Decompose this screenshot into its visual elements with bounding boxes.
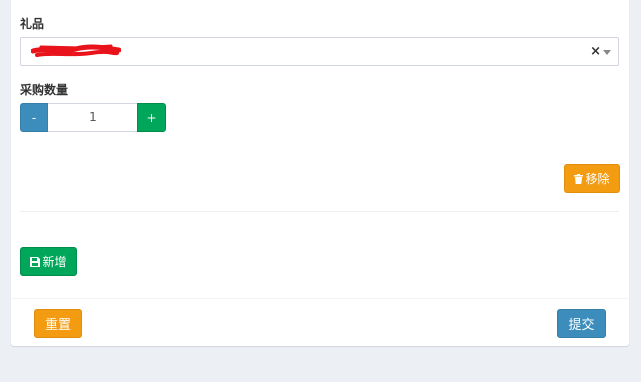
quantity-increment-button[interactable]: + [137, 103, 166, 132]
clear-selection-icon[interactable]: × [590, 44, 601, 59]
redaction-mark [31, 44, 121, 57]
add-button[interactable]: 新增 [20, 247, 77, 276]
remove-button[interactable]: 移除 [564, 164, 620, 193]
save-icon [30, 256, 41, 267]
quantity-label: 采购数量 [20, 83, 69, 97]
quantity-input[interactable]: 1 [48, 103, 138, 132]
quantity-decrement-button[interactable]: - [20, 103, 48, 132]
section-divider [20, 211, 619, 212]
add-button-label: 新增 [42, 255, 67, 269]
trash-icon [574, 173, 584, 184]
gift-label: 礼品 [20, 17, 45, 31]
caret-down-icon[interactable] [603, 50, 611, 55]
submit-button[interactable]: 提交 [557, 309, 606, 338]
gift-select[interactable]: × [20, 37, 619, 66]
footer-divider [11, 298, 629, 299]
reset-button[interactable]: 重置 [34, 309, 82, 338]
gift-form-card: 礼品 × 采购数量 - 1 + 移除 新增 重置 提交 [11, 0, 629, 346]
remove-button-label: 移除 [585, 172, 610, 186]
